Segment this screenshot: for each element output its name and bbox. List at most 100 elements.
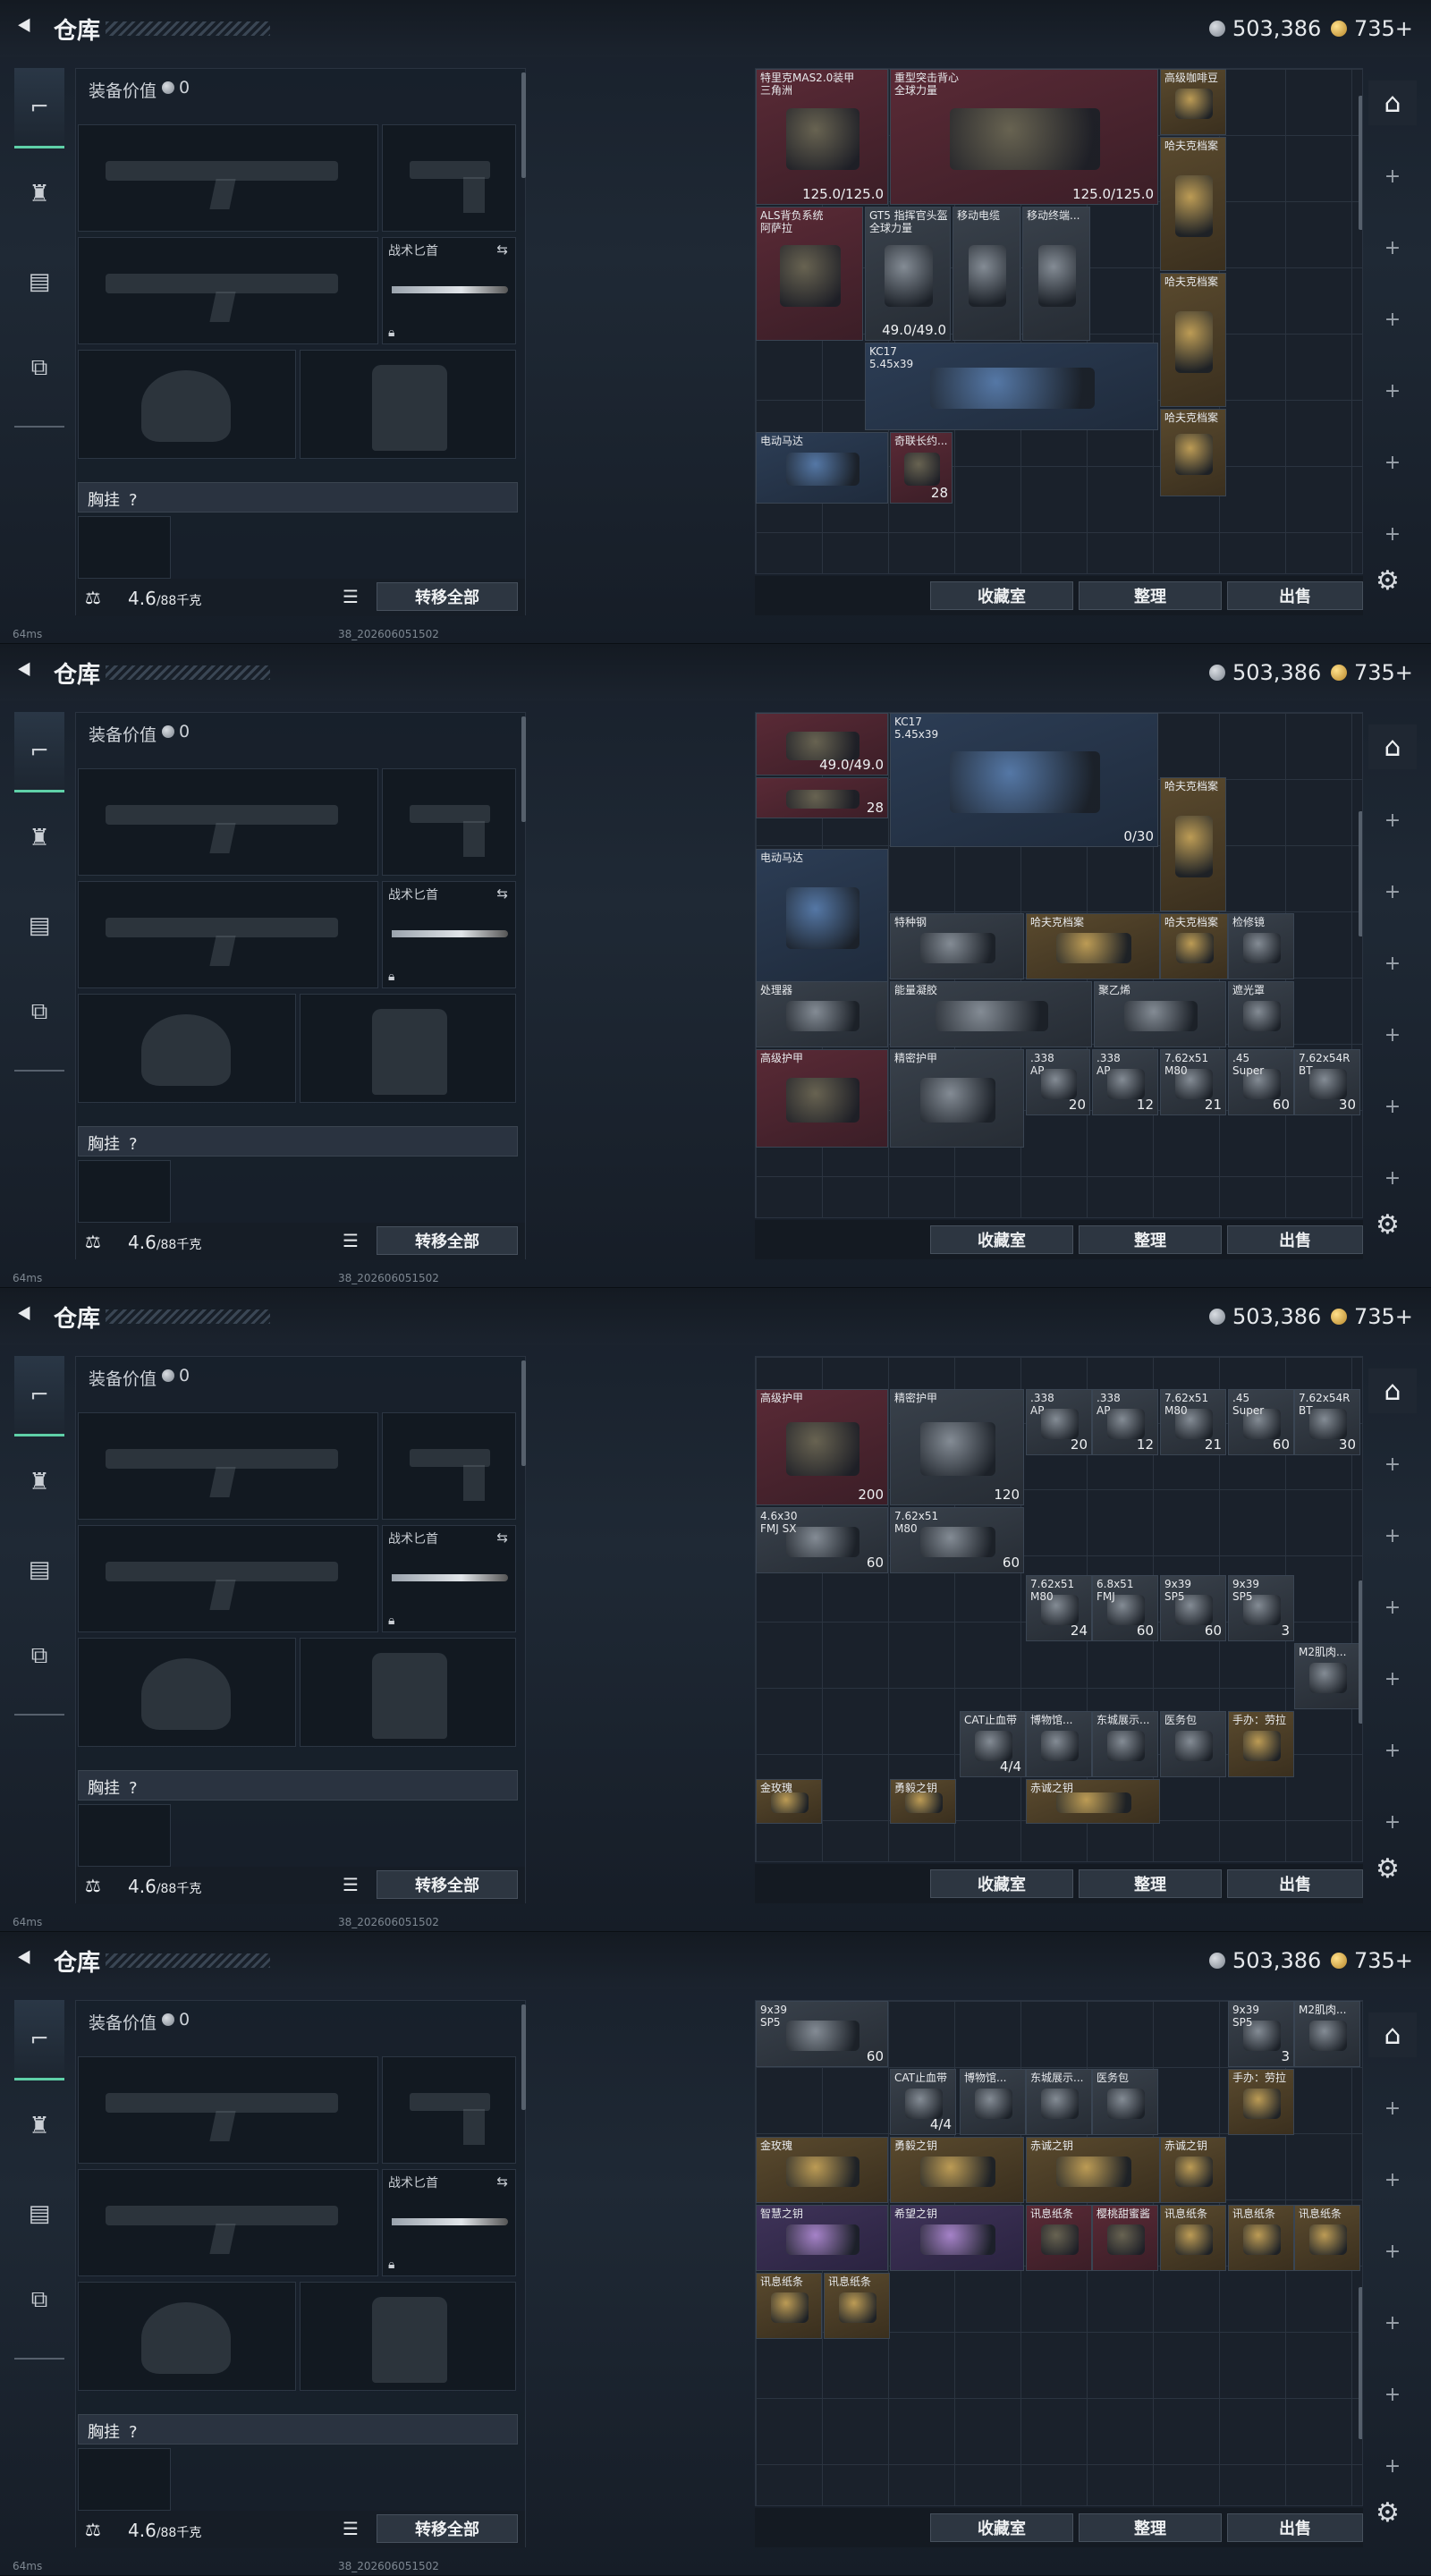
stash-item[interactable]: 4.6x30 FMJ SX 60 <box>756 1507 888 1573</box>
stash-item[interactable]: 7.62x54R BT 30 <box>1294 1049 1360 1115</box>
stash-item[interactable]: 哈夫克档案 <box>1160 913 1228 979</box>
secondary-weapon-slot[interactable] <box>78 2169 378 2276</box>
pistol-tab[interactable]: ⌐ <box>14 712 64 792</box>
pistol-slot[interactable] <box>382 2056 516 2164</box>
stash-item[interactable]: 东城展示... <box>1026 2069 1092 2135</box>
stash-item[interactable]: 金玫瑰 <box>756 1779 822 1824</box>
stash-item[interactable]: 手办：劳拉 <box>1228 2069 1294 2135</box>
stash-item[interactable]: 哈夫克档案 <box>1160 409 1226 496</box>
primary-weapon-slot[interactable] <box>78 1412 378 1520</box>
stash-item[interactable]: 赤诚之钥 <box>1026 2137 1160 2203</box>
add-tab-icon[interactable]: + <box>1368 440 1417 485</box>
stash-item[interactable]: 哈夫克档案 <box>1160 273 1226 407</box>
stash-item[interactable]: .45 Super 60 <box>1228 1389 1294 1455</box>
briefcase-tab[interactable]: ⧉ <box>14 1615 64 1696</box>
stash-item[interactable]: 检修镜 <box>1228 913 1294 979</box>
add-tab-icon[interactable]: + <box>1368 1657 1417 1701</box>
sort-button[interactable]: 整理 <box>1079 2513 1222 2542</box>
stash-item[interactable]: .338 AP 20 <box>1026 1049 1090 1115</box>
stash-scrollbar[interactable] <box>1359 1580 1362 1724</box>
clipboard-tab[interactable]: ▤ <box>14 2174 64 2254</box>
add-tab-icon[interactable]: + <box>1368 297 1417 342</box>
pistol-tab[interactable]: ⌐ <box>14 1356 64 1436</box>
transfer-all-button[interactable]: 转移全部 <box>377 2514 518 2543</box>
chest-rig-slot[interactable] <box>78 1804 171 1867</box>
swap-icon[interactable]: ⇆ <box>496 1530 508 1546</box>
briefcase-tab[interactable]: ⧉ <box>14 971 64 1052</box>
add-tab-icon[interactable]: + <box>1368 225 1417 270</box>
sell-button[interactable]: 出售 <box>1227 2513 1363 2542</box>
equipment-scrollbar[interactable] <box>521 716 526 822</box>
list-icon[interactable]: ☰ <box>343 1230 359 1251</box>
sell-button[interactable]: 出售 <box>1227 1869 1363 1898</box>
stash-scrollbar[interactable] <box>1359 96 1362 230</box>
gear-icon[interactable]: ⚙ <box>1376 565 1400 597</box>
equipment-scrollbar[interactable] <box>521 72 526 178</box>
stash-item[interactable]: 9x39 SP5 60 <box>756 2001 888 2067</box>
chest-rig-header[interactable]: 胸挂? <box>78 482 518 513</box>
warehouse-tab-icon[interactable]: ⌂ <box>1368 1368 1417 1413</box>
stash-item[interactable]: KC17 5.45x39 0/30 <box>890 713 1158 847</box>
add-tab-icon[interactable]: + <box>1368 798 1417 843</box>
chest-rig-slot[interactable] <box>78 1160 171 1223</box>
vest-tab[interactable]: ♜ <box>14 1442 64 1522</box>
primary-weapon-slot[interactable] <box>78 2056 378 2164</box>
stash-scrollbar[interactable] <box>1359 2287 1362 2439</box>
knife-slot[interactable]: 战术匕首 ⇆ 🔒︎ <box>382 237 516 344</box>
stash-item[interactable]: .338 AP 12 <box>1092 1049 1158 1115</box>
stash-item[interactable]: .338 AP 20 <box>1026 1389 1092 1455</box>
stash-item[interactable]: 9x39 SP5 3 <box>1228 1575 1294 1641</box>
sort-button[interactable]: 整理 <box>1079 581 1222 610</box>
chevron-left-icon[interactable]: ⯇ <box>14 1946 39 1971</box>
stash-item[interactable]: 7.62x51 M80 21 <box>1160 1389 1226 1455</box>
list-icon[interactable]: ☰ <box>343 2518 359 2539</box>
stash-item[interactable]: 哈夫克档案 <box>1160 137 1226 271</box>
chevron-left-icon[interactable]: ⯇ <box>14 1302 39 1327</box>
stash-item[interactable]: 7.62x51 M80 21 <box>1160 1049 1226 1115</box>
knife-slot[interactable]: 战术匕首 ⇆ 🔒︎ <box>382 2169 516 2276</box>
stash-item[interactable]: 处理器 <box>756 981 888 1047</box>
add-tab-icon[interactable]: + <box>1368 2157 1417 2202</box>
list-icon[interactable]: ☰ <box>343 586 359 607</box>
stash-item[interactable]: 9x39 SP5 3 <box>1228 2001 1294 2067</box>
pistol-slot[interactable] <box>382 768 516 876</box>
stash-item[interactable]: 电动马达 <box>756 432 888 504</box>
add-tab-icon[interactable]: + <box>1368 154 1417 199</box>
swap-icon[interactable]: ⇆ <box>496 242 508 258</box>
stash-item[interactable]: 能量凝胶 <box>890 981 1092 1047</box>
stash-item[interactable]: 特种钢 <box>890 913 1024 979</box>
add-tab-icon[interactable]: + <box>1368 369 1417 413</box>
chest-rig-slot[interactable] <box>78 2448 171 2511</box>
stash-item[interactable]: 希望之钥 <box>890 2205 1024 2271</box>
gold-currency[interactable]: 735+ <box>1331 660 1413 685</box>
knife-slot[interactable]: 战术匕首 ⇆ 🔒︎ <box>382 881 516 988</box>
helmet-slot[interactable] <box>78 350 296 459</box>
help-icon[interactable]: ? <box>129 2423 138 2442</box>
gear-icon[interactable]: ⚙ <box>1376 1209 1400 1241</box>
add-tab-icon[interactable]: + <box>1368 1084 1417 1129</box>
add-tab-icon[interactable]: + <box>1368 1156 1417 1200</box>
armor-slot[interactable] <box>300 350 516 459</box>
briefcase-tab[interactable]: ⧉ <box>14 2259 64 2340</box>
clipboard-tab[interactable]: ▤ <box>14 1530 64 1610</box>
pistol-slot[interactable] <box>382 124 516 232</box>
sort-button[interactable]: 整理 <box>1079 1869 1222 1898</box>
stash-item[interactable]: 7.62x54R BT 30 <box>1294 1389 1360 1455</box>
pistol-tab[interactable]: ⌐ <box>14 2000 64 2080</box>
chest-rig-header[interactable]: 胸挂? <box>78 2414 518 2445</box>
gear-icon[interactable]: ⚙ <box>1376 2497 1400 2529</box>
stash-item[interactable]: 高级护甲 <box>756 1049 888 1148</box>
stash-item[interactable]: 勇毅之钥 <box>890 1779 956 1824</box>
transfer-all-button[interactable]: 转移全部 <box>377 1870 518 1899</box>
warehouse-tab-icon[interactable]: ⌂ <box>1368 724 1417 769</box>
chest-rig-header[interactable]: 胸挂? <box>78 1770 518 1801</box>
stash-item[interactable]: 哈夫克档案 <box>1026 913 1160 979</box>
add-tab-icon[interactable]: + <box>1368 1585 1417 1630</box>
stash-item[interactable]: 9x39 SP5 60 <box>1160 1575 1226 1641</box>
armor-slot[interactable] <box>300 994 516 1103</box>
transfer-all-button[interactable]: 转移全部 <box>377 582 518 611</box>
add-tab-icon[interactable]: + <box>1368 1442 1417 1487</box>
stash-item[interactable]: 移动终端... <box>1022 207 1090 341</box>
stash-item[interactable]: 赤诚之钥 <box>1160 2137 1226 2203</box>
sell-button[interactable]: 出售 <box>1227 581 1363 610</box>
